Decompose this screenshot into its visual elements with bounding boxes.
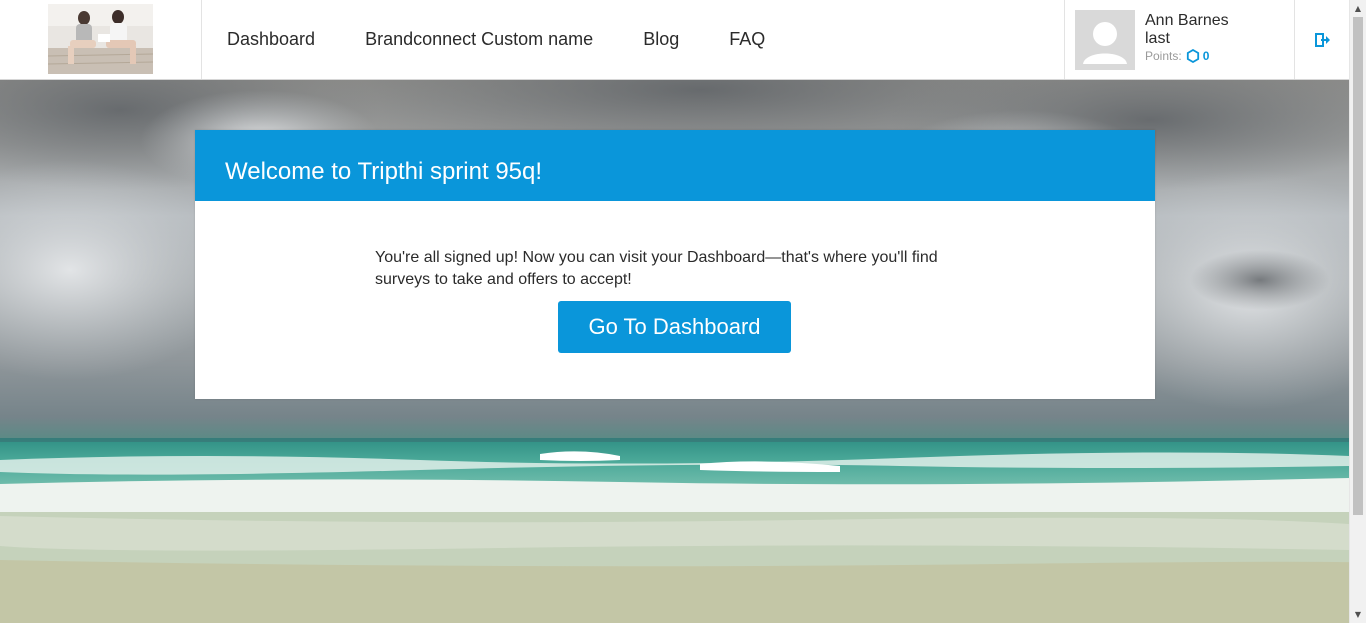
brand-logo[interactable] — [48, 4, 153, 74]
welcome-message: You're all signed up! Now you can visit … — [375, 249, 938, 288]
scrollbar-thumb[interactable] — [1353, 17, 1363, 515]
user-profile[interactable]: Ann Barnes last Points: 0 — [1064, 0, 1295, 79]
nav-faq[interactable]: FAQ — [729, 28, 765, 51]
points-display: Points: 0 — [1145, 48, 1209, 64]
nav-dashboard[interactable]: Dashboard — [227, 28, 315, 51]
points-label: Points: — [1145, 49, 1182, 63]
points-value: 0 — [1202, 49, 1210, 63]
logout-button[interactable] — [1294, 0, 1349, 79]
welcome-card-header: Welcome to Tripthi sprint 95q! — [195, 130, 1155, 201]
points-coin-icon — [1186, 49, 1199, 63]
welcome-title: Welcome to Tripthi sprint 95q! — [225, 158, 543, 185]
main-nav: Dashboard Brandconnect Custom name Blog … — [202, 0, 790, 79]
scroll-up-arrow-icon[interactable]: ▲ — [1350, 0, 1366, 17]
go-to-dashboard-button[interactable]: Go To Dashboard — [558, 301, 791, 353]
nav-brandconnect-custom-name[interactable]: Brandconnect Custom name — [365, 28, 593, 51]
nav-blog[interactable]: Blog — [643, 28, 679, 51]
logout-icon — [1314, 32, 1330, 47]
avatar-placeholder-icon — [1075, 10, 1135, 70]
user-last-name: last — [1145, 30, 1170, 47]
scroll-down-arrow-icon[interactable]: ▼ — [1350, 606, 1366, 623]
welcome-card: Welcome to Tripthi sprint 95q! You're al… — [195, 130, 1155, 399]
logo-cell — [0, 0, 202, 79]
page: Dashboard Brandconnect Custom name Blog … — [0, 0, 1366, 623]
avatar[interactable] — [1075, 10, 1135, 70]
top-header: Dashboard Brandconnect Custom name Blog … — [0, 0, 1349, 80]
vertical-scrollbar[interactable]: ▲ ▼ — [1349, 0, 1366, 623]
brand-logo-image — [48, 4, 153, 74]
user-name: Ann Barnes — [1145, 12, 1229, 29]
